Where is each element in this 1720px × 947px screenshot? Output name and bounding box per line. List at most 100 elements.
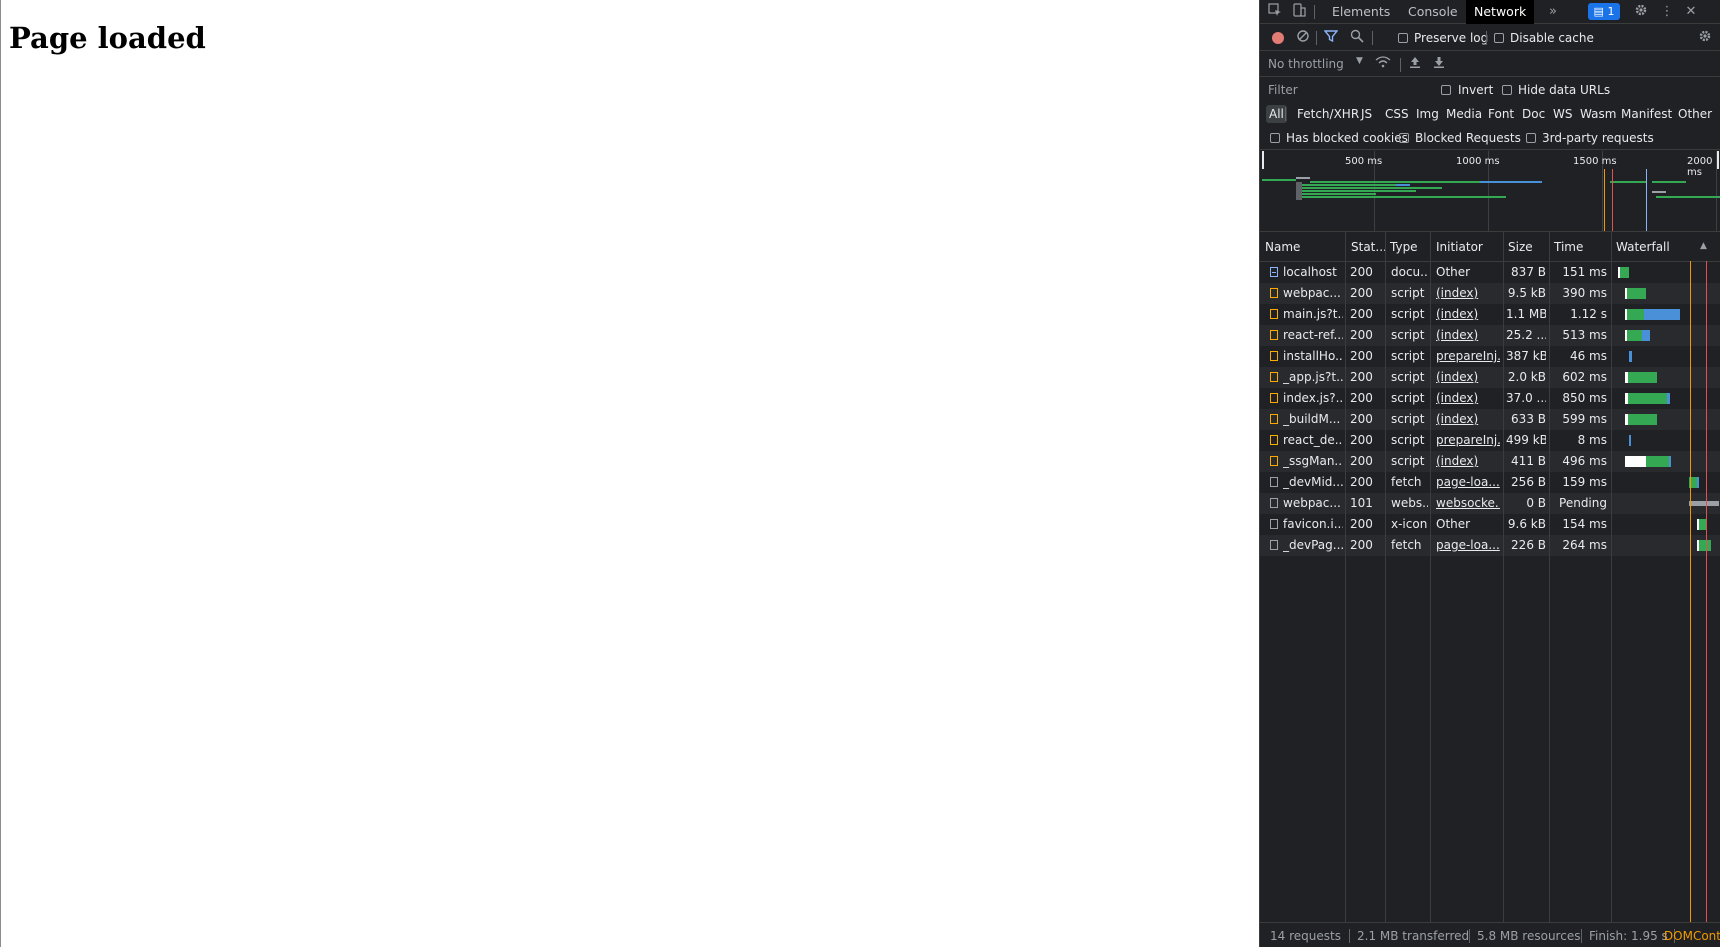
cell-status: 200	[1350, 433, 1373, 447]
type-filter-manifest[interactable]: Manifest	[1618, 105, 1675, 123]
type-filter-all[interactable]: All	[1266, 105, 1287, 123]
type-filter-ws[interactable]: WS	[1550, 105, 1575, 123]
import-har-icon[interactable]	[1406, 55, 1424, 73]
throttling-select[interactable]: No throttling	[1268, 57, 1344, 71]
table-row[interactable]: main.js?t... 200 script (index) 1.1 MB 1.12 s	[1260, 304, 1720, 325]
tab-network[interactable]: Network	[1466, 0, 1535, 24]
cell-initiator: Other	[1436, 265, 1471, 279]
filter-bar: Filter Invert Hide data URLs	[1260, 78, 1720, 102]
table-row[interactable]: installHo... 200 script prepareInj... 387 kB…	[1260, 346, 1720, 367]
blocked-requests-checkbox[interactable]	[1399, 133, 1409, 143]
type-filter-font[interactable]: Font	[1485, 105, 1517, 123]
cell-name: localhost	[1283, 265, 1337, 279]
table-row[interactable]: react-ref... 200 script (index) 25.2 ... 513 …	[1260, 325, 1720, 346]
chevron-double-right-icon[interactable]: »	[1544, 3, 1562, 21]
cell-size: 256 B	[1511, 475, 1546, 489]
record-icon[interactable]	[1272, 32, 1284, 44]
filter-funnel-icon[interactable]	[1322, 29, 1340, 47]
tab-elements[interactable]: Elements	[1324, 0, 1398, 24]
issues-badge[interactable]: ▤ 1	[1588, 3, 1620, 20]
search-icon[interactable]	[1348, 29, 1366, 47]
invert-checkbox[interactable]	[1441, 85, 1451, 95]
table-row[interactable]: _app.js?t... 200 script (index) 2.0 kB 602 ms	[1260, 367, 1720, 388]
clear-icon[interactable]	[1294, 29, 1312, 47]
filter-input[interactable]: Filter	[1266, 81, 1420, 99]
cell-size: 9.5 kB	[1507, 286, 1546, 300]
table-row[interactable]: index.js?... 200 script (index) 37.0 ... 850 …	[1260, 388, 1720, 409]
cell-initiator[interactable]: prepareInj...	[1436, 433, 1500, 447]
cell-time: Pending	[1559, 496, 1607, 510]
cell-type: script	[1391, 328, 1425, 342]
type-filter-js[interactable]: JS	[1358, 105, 1375, 123]
cell-status: 200	[1350, 475, 1373, 489]
cell-initiator[interactable]: page-loa...	[1436, 475, 1500, 489]
table-row[interactable]: react_de... 200 script prepareInj... 499 kB 8…	[1260, 430, 1720, 451]
cell-type: script	[1391, 391, 1425, 405]
cell-type: script	[1391, 349, 1425, 363]
type-filter-fetch-xhr[interactable]: Fetch/XHR	[1294, 105, 1362, 123]
cell-type: script	[1391, 370, 1425, 384]
column-header-status[interactable]: Stat...	[1351, 240, 1387, 254]
third-party-requests-checkbox[interactable]	[1526, 133, 1536, 143]
hide-data-urls-checkbox[interactable]	[1502, 85, 1512, 95]
sort-ascending-icon[interactable]: ▲	[1700, 241, 1707, 251]
close-icon[interactable]: ✕	[1682, 3, 1700, 21]
table-row[interactable]: webpac... 101 webs... websocke... 0 B Pending	[1260, 493, 1720, 514]
type-filter-img[interactable]: Img	[1413, 105, 1442, 123]
waterfall-download-bar	[1628, 372, 1657, 383]
cell-status: 200	[1350, 307, 1373, 321]
table-row[interactable]: _buildM... 200 script (index) 633 B 599 ms	[1260, 409, 1720, 430]
cell-time: 513 ms	[1562, 328, 1607, 342]
cell-initiator[interactable]: (index)	[1436, 370, 1500, 384]
type-filter-media[interactable]: Media	[1443, 105, 1485, 123]
disable-cache-checkbox[interactable]	[1494, 33, 1504, 43]
device-toolbar-icon[interactable]	[1290, 3, 1308, 21]
has-blocked-cookies-checkbox[interactable]	[1270, 133, 1280, 143]
table-row[interactable]: _devMid... 200 fetch page-loa... 256 B 159 ms	[1260, 472, 1720, 493]
tab-console[interactable]: Console	[1400, 0, 1466, 24]
dropdown-arrow-icon[interactable]: ▼	[1356, 56, 1363, 66]
cell-name: webpac...	[1283, 286, 1341, 300]
cell-status: 101	[1350, 496, 1373, 510]
cell-time: 151 ms	[1562, 265, 1607, 279]
cell-initiator[interactable]: prepareInj...	[1436, 349, 1500, 363]
table-row[interactable]: webpac... 200 script (index) 9.5 kB 390 ms	[1260, 283, 1720, 304]
cell-initiator: Other	[1436, 517, 1471, 531]
table-row[interactable]: _devPag... 200 fetch page-loa... 226 B 264 ms	[1260, 535, 1720, 556]
network-conditions-icon[interactable]	[1374, 55, 1392, 73]
type-filter-doc[interactable]: Doc	[1519, 105, 1548, 123]
column-header-name[interactable]: Name	[1265, 240, 1300, 254]
waterfall-content-bar	[1669, 456, 1671, 467]
network-overview-timeline[interactable]: 500 ms 1000 ms 1500 ms 2000 ms	[1260, 151, 1720, 232]
cell-initiator[interactable]: websocke...	[1436, 496, 1500, 510]
table-row[interactable]: _ssgMan... 200 script (index) 411 B 496 ms	[1260, 451, 1720, 472]
column-header-initiator[interactable]: Initiator	[1436, 240, 1483, 254]
export-har-icon[interactable]	[1430, 55, 1448, 73]
type-filter-wasm[interactable]: Wasm	[1577, 105, 1619, 123]
cell-initiator[interactable]: (index)	[1436, 307, 1500, 321]
preserve-log-checkbox[interactable]	[1398, 33, 1408, 43]
type-filter-other[interactable]: Other	[1675, 105, 1715, 123]
more-options-icon[interactable]: ⋮	[1658, 3, 1676, 21]
type-filter-css[interactable]: CSS	[1382, 105, 1412, 123]
cell-initiator[interactable]: (index)	[1436, 454, 1500, 468]
cell-initiator[interactable]: page-loa...	[1436, 538, 1500, 552]
column-header-size[interactable]: Size	[1508, 240, 1533, 254]
finish-time: Finish: 1.95 s	[1589, 929, 1668, 943]
network-settings-gear-icon[interactable]	[1696, 29, 1714, 47]
table-row[interactable]: favicon.i... 200 x-icon Other 9.6 kB 154 ms	[1260, 514, 1720, 535]
table-row[interactable]: localhost 200 docu... Other 837 B 151 ms	[1260, 262, 1720, 283]
settings-gear-icon[interactable]	[1632, 3, 1650, 21]
cell-initiator[interactable]: (index)	[1436, 328, 1500, 342]
cell-time: 264 ms	[1562, 538, 1607, 552]
cell-initiator[interactable]: (index)	[1436, 391, 1500, 405]
column-header-waterfall[interactable]: Waterfall	[1616, 240, 1670, 254]
column-header-type[interactable]: Type	[1390, 240, 1418, 254]
cell-initiator[interactable]: (index)	[1436, 286, 1500, 300]
script-icon	[1270, 288, 1278, 298]
cell-initiator[interactable]: (index)	[1436, 412, 1500, 426]
cell-type: docu...	[1391, 265, 1428, 279]
column-header-time[interactable]: Time	[1554, 240, 1583, 254]
cell-size: 0 B	[1526, 496, 1546, 510]
inspect-element-icon[interactable]	[1266, 3, 1284, 21]
